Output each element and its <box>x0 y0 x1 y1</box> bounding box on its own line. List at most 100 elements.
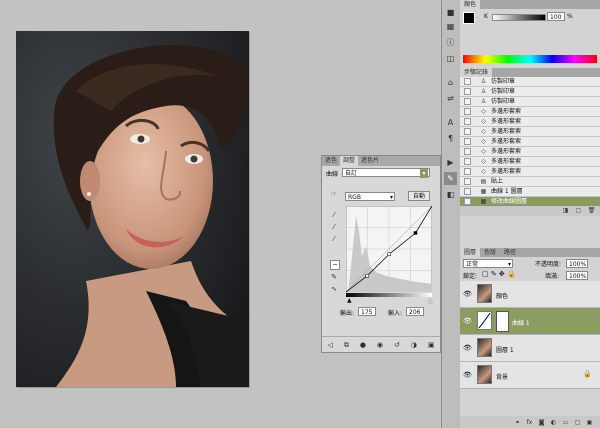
curve-control-point[interactable] <box>413 231 418 235</box>
tab-adjustments[interactable]: 調整 <box>340 156 359 166</box>
link-layers-icon[interactable]: ⚭ <box>513 419 522 426</box>
layer-row[interactable]: 👁 圖層 1 <box>460 335 600 362</box>
snapshot-source-checkbox[interactable] <box>464 138 471 145</box>
tab-channels[interactable]: 色版 <box>480 248 500 257</box>
history-item[interactable]: ▦ 修改曲線圖層 <box>460 197 600 207</box>
tool-presets-icon[interactable]: ⇌ <box>444 92 457 105</box>
history-item[interactable]: ◇ 多邊形套索 <box>460 167 600 177</box>
history-item[interactable]: ▦ 曲線 1 圖層 <box>460 187 600 197</box>
history-item[interactable]: ◇ 多邊形套索 <box>460 157 600 167</box>
white-eyedropper-icon[interactable]: ⁄ <box>330 235 338 243</box>
input-field[interactable]: 206 <box>406 307 424 316</box>
snapshot-source-checkbox[interactable] <box>464 78 471 85</box>
eye-toggle-icon[interactable]: ◉ <box>377 341 383 349</box>
curve-control-point[interactable] <box>365 274 369 278</box>
actions-icon[interactable]: ⌂ <box>444 76 457 89</box>
eye-icon[interactable]: 👁 <box>463 371 472 379</box>
navigator-icon[interactable]: ▶ <box>444 156 457 169</box>
layer-row[interactable]: 👁 曲線 1 <box>460 308 600 335</box>
snapshot-source-checkbox[interactable] <box>464 198 471 205</box>
lock-options-icon[interactable]: ▢ ✎ ✥ 🔒 <box>482 270 516 278</box>
tab-mask[interactable]: 遮色 <box>322 156 340 166</box>
clip-icon[interactable]: ⧉ <box>344 341 349 350</box>
preset-select[interactable]: 自訂 ▾ <box>342 168 430 178</box>
black-point-slider-icon[interactable]: ▲ <box>347 297 352 304</box>
snapshot-source-checkbox[interactable] <box>464 88 471 95</box>
history-item[interactable]: ◇ 多邊形套索 <box>460 107 600 117</box>
eye-icon[interactable]: 👁 <box>463 290 472 298</box>
k-slider[interactable] <box>492 14 546 21</box>
layer-style-icon[interactable]: fx <box>525 419 534 426</box>
white-point-slider-icon[interactable]: △ <box>428 297 433 304</box>
output-field[interactable]: 175 <box>358 307 376 316</box>
auto-button[interactable]: 自動 <box>408 191 430 201</box>
history-item[interactable]: ♙ 仿製印章 <box>460 87 600 97</box>
new-layer-icon[interactable]: ▢ <box>573 419 582 426</box>
history-item[interactable]: ◇ 多邊形套索 <box>460 147 600 157</box>
trash-icon[interactable]: ▣ <box>585 419 594 426</box>
layer-mask-thumbnail[interactable] <box>496 311 509 332</box>
layer-row[interactable]: 👁 背景 🔒 <box>460 362 600 389</box>
color-ramp[interactable] <box>463 55 597 63</box>
trash-icon[interactable]: 🗑 <box>587 207 596 216</box>
color-icon[interactable]: ■ <box>444 6 457 19</box>
tab-history[interactable]: 步驟記錄 <box>460 68 493 77</box>
paragraph-icon[interactable]: ¶ <box>444 132 457 145</box>
history-item[interactable]: ◇ 多邊形套索 <box>460 137 600 147</box>
tab-layers[interactable]: 圖層 <box>460 248 481 257</box>
clone-source-icon[interactable]: ◧ <box>444 188 457 201</box>
snapshot-source-checkbox[interactable] <box>464 158 471 165</box>
delete-icon[interactable]: ▣ <box>428 341 435 349</box>
swatches-icon[interactable]: ▦ <box>444 20 457 33</box>
new-document-icon[interactable]: ▢ <box>574 207 583 216</box>
history-item[interactable]: ♙ 仿製印章 <box>460 77 600 87</box>
snapshot-source-checkbox[interactable] <box>464 178 471 185</box>
tab-color[interactable]: 顏色 <box>460 0 481 9</box>
fill-field[interactable]: 100% <box>566 271 588 280</box>
eye-icon[interactable]: 👁 <box>463 317 472 325</box>
snapshot-source-checkbox[interactable] <box>464 168 471 175</box>
snapshot-source-checkbox[interactable] <box>464 98 471 105</box>
blend-mode-select[interactable]: 正常 ▾ <box>463 259 513 268</box>
back-arrow-icon[interactable]: ◁ <box>327 341 332 349</box>
group-icon[interactable]: ▭ <box>561 419 570 426</box>
gray-eyedropper-icon[interactable]: ⁄ <box>330 223 338 231</box>
black-eyedropper-icon[interactable]: ⁄ <box>330 211 338 219</box>
styles-icon[interactable]: ◫ <box>444 52 457 65</box>
curve-control-point[interactable] <box>387 252 391 256</box>
smooth-icon[interactable]: ∿ <box>330 285 338 293</box>
eye-icon[interactable]: 👁 <box>463 344 472 352</box>
portrait-photo[interactable] <box>16 31 249 387</box>
foreground-color-swatch[interactable] <box>463 12 475 24</box>
hand-tool-icon[interactable]: ☞ <box>330 190 338 198</box>
reset-icon[interactable]: ↺ <box>394 341 400 349</box>
history-item[interactable]: ▤ 貼上 <box>460 177 600 187</box>
layer-row[interactable]: 👁 顏色 <box>460 281 600 308</box>
k-value-field[interactable]: 100 <box>547 12 565 21</box>
curves-graph[interactable] <box>346 206 432 292</box>
opacity-field[interactable]: 100% <box>566 259 588 268</box>
history-item[interactable]: ◇ 多邊形套索 <box>460 117 600 127</box>
layer-mask-icon[interactable]: ◙ <box>537 419 546 426</box>
eye-icon[interactable]: ● <box>360 341 366 349</box>
lasso-icon: ◇ <box>481 168 486 175</box>
curve-point-tool-icon[interactable]: ~ <box>330 260 340 270</box>
snapshot-source-checkbox[interactable] <box>464 128 471 135</box>
character-icon[interactable]: A <box>444 116 457 129</box>
tab-paths[interactable]: 路徑 <box>500 248 520 257</box>
pencil-tool-icon[interactable]: ✎ <box>330 273 338 281</box>
snapshot-source-checkbox[interactable] <box>464 148 471 155</box>
info-icon[interactable]: ⓘ <box>444 36 457 49</box>
adjustment-layer-icon[interactable]: ◐ <box>549 419 558 426</box>
snapshot-source-checkbox[interactable] <box>464 118 471 125</box>
tab-masks[interactable]: 遮色片 <box>358 156 382 166</box>
refresh-icon[interactable]: ◑ <box>411 341 417 349</box>
history-item[interactable]: ♙ 仿製印章 <box>460 97 600 107</box>
history-item[interactable]: ◇ 多邊形套索 <box>460 127 600 137</box>
channel-select[interactable]: RGB ▾ <box>345 192 395 201</box>
snapshot-source-checkbox[interactable] <box>464 188 471 195</box>
snapshot-icon[interactable]: ◨ <box>561 207 570 216</box>
blend-row: 正常 ▾ 不透明度: 100% <box>460 257 600 269</box>
brush-icon[interactable]: ✎ <box>444 172 457 185</box>
snapshot-source-checkbox[interactable] <box>464 108 471 115</box>
